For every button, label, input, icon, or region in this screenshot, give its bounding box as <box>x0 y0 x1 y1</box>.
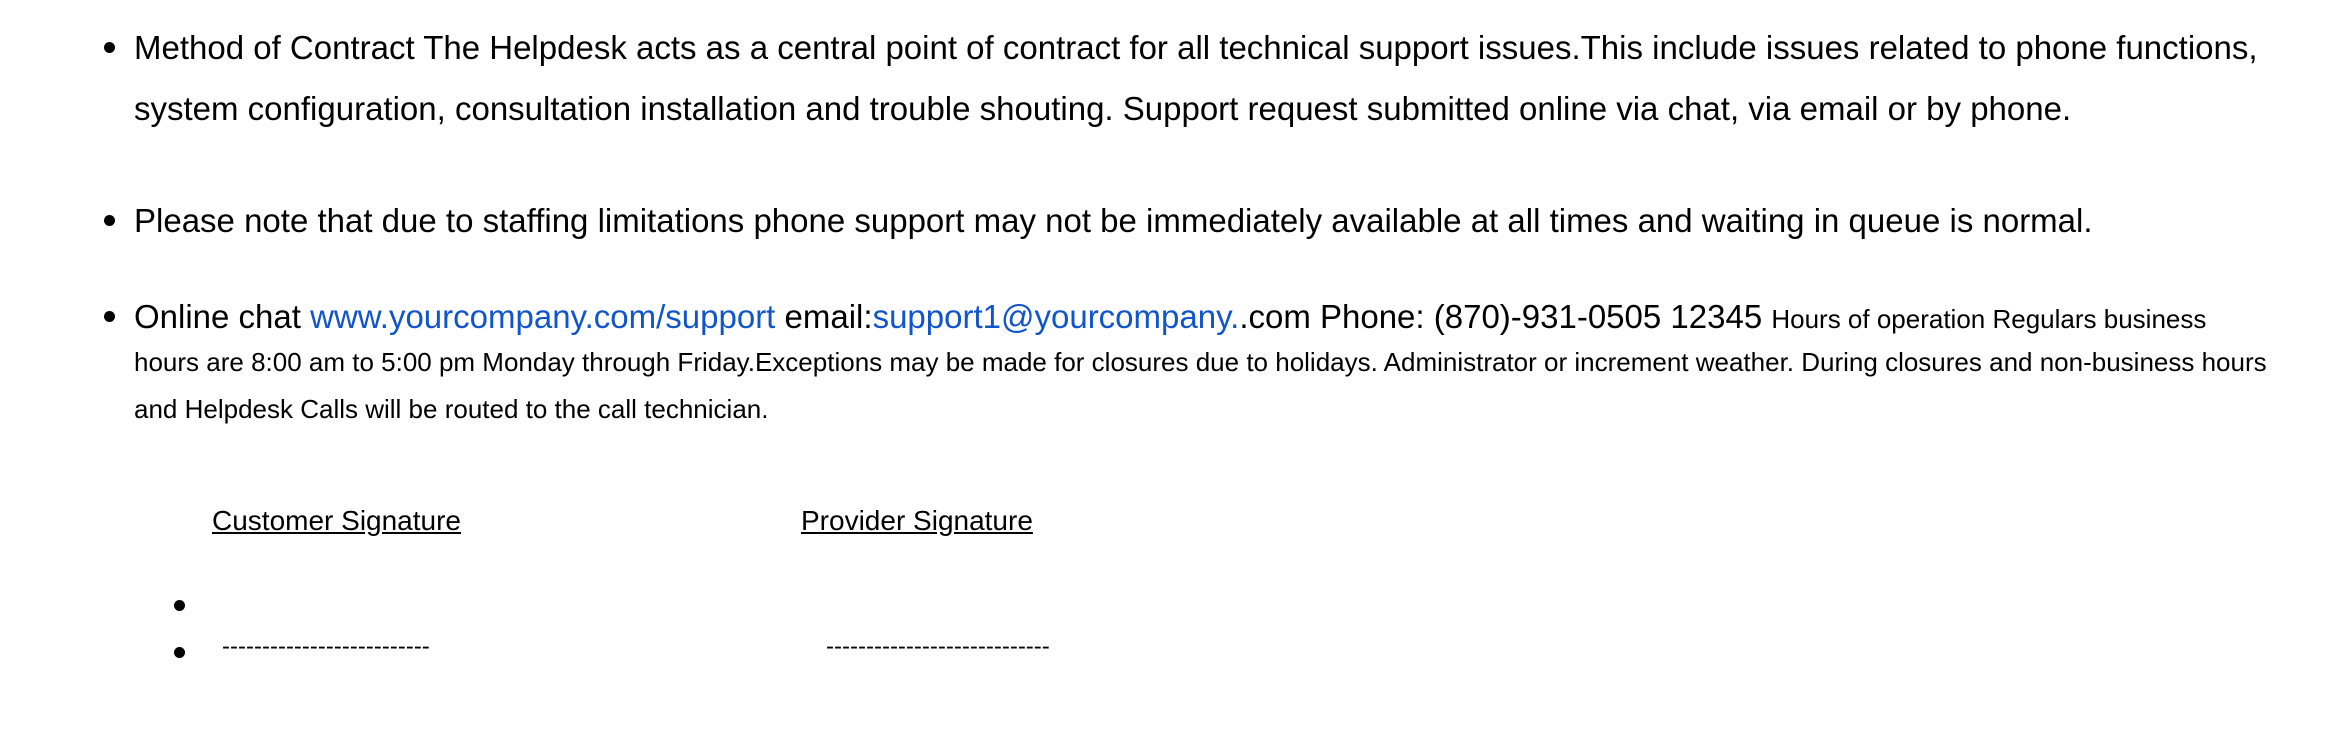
empty-bullet-dot <box>174 600 185 611</box>
email-label: email: <box>775 298 873 335</box>
staffing-note-text: Please note that due to staffing limitat… <box>134 202 2093 239</box>
support-link[interactable]: www.yourcompany.com/support <box>310 298 775 335</box>
provider-signature-line: ---------------------------- <box>826 633 1050 660</box>
hours-detail-text: hours are 8:00 am to 5:00 pm Monday thro… <box>134 347 2267 424</box>
bullet-method-of-contract: Method of Contract The Helpdesk acts as … <box>104 17 2294 139</box>
contact-first-line: Online chat www.yourcompany.com/support … <box>134 286 2294 347</box>
bullet-contact-info: Online chat www.yourcompany.com/support … <box>104 286 2294 433</box>
document-page: Method of Contract The Helpdesk acts as … <box>0 0 2339 750</box>
customer-signature-line: -------------------------- <box>222 633 430 660</box>
provider-signature-label: Provider Signature <box>801 505 1033 536</box>
customer-signature-label: Customer Signature <box>212 505 462 536</box>
email-link[interactable]: support1@yourcompany. <box>873 298 1240 335</box>
hours-lead-text: Hours of operation Regulars business <box>1771 304 2207 334</box>
method-of-contract-text: Method of Contract The Helpdesk acts as … <box>134 29 2258 127</box>
chat-label: Online chat <box>134 298 311 335</box>
signature-bullet-dot <box>174 647 185 658</box>
bullet-staffing-note: Please note that due to staffing limitat… <box>104 190 2294 251</box>
email-suffix-phone: .com Phone: (870)-931-0505 12345 <box>1239 298 1772 335</box>
